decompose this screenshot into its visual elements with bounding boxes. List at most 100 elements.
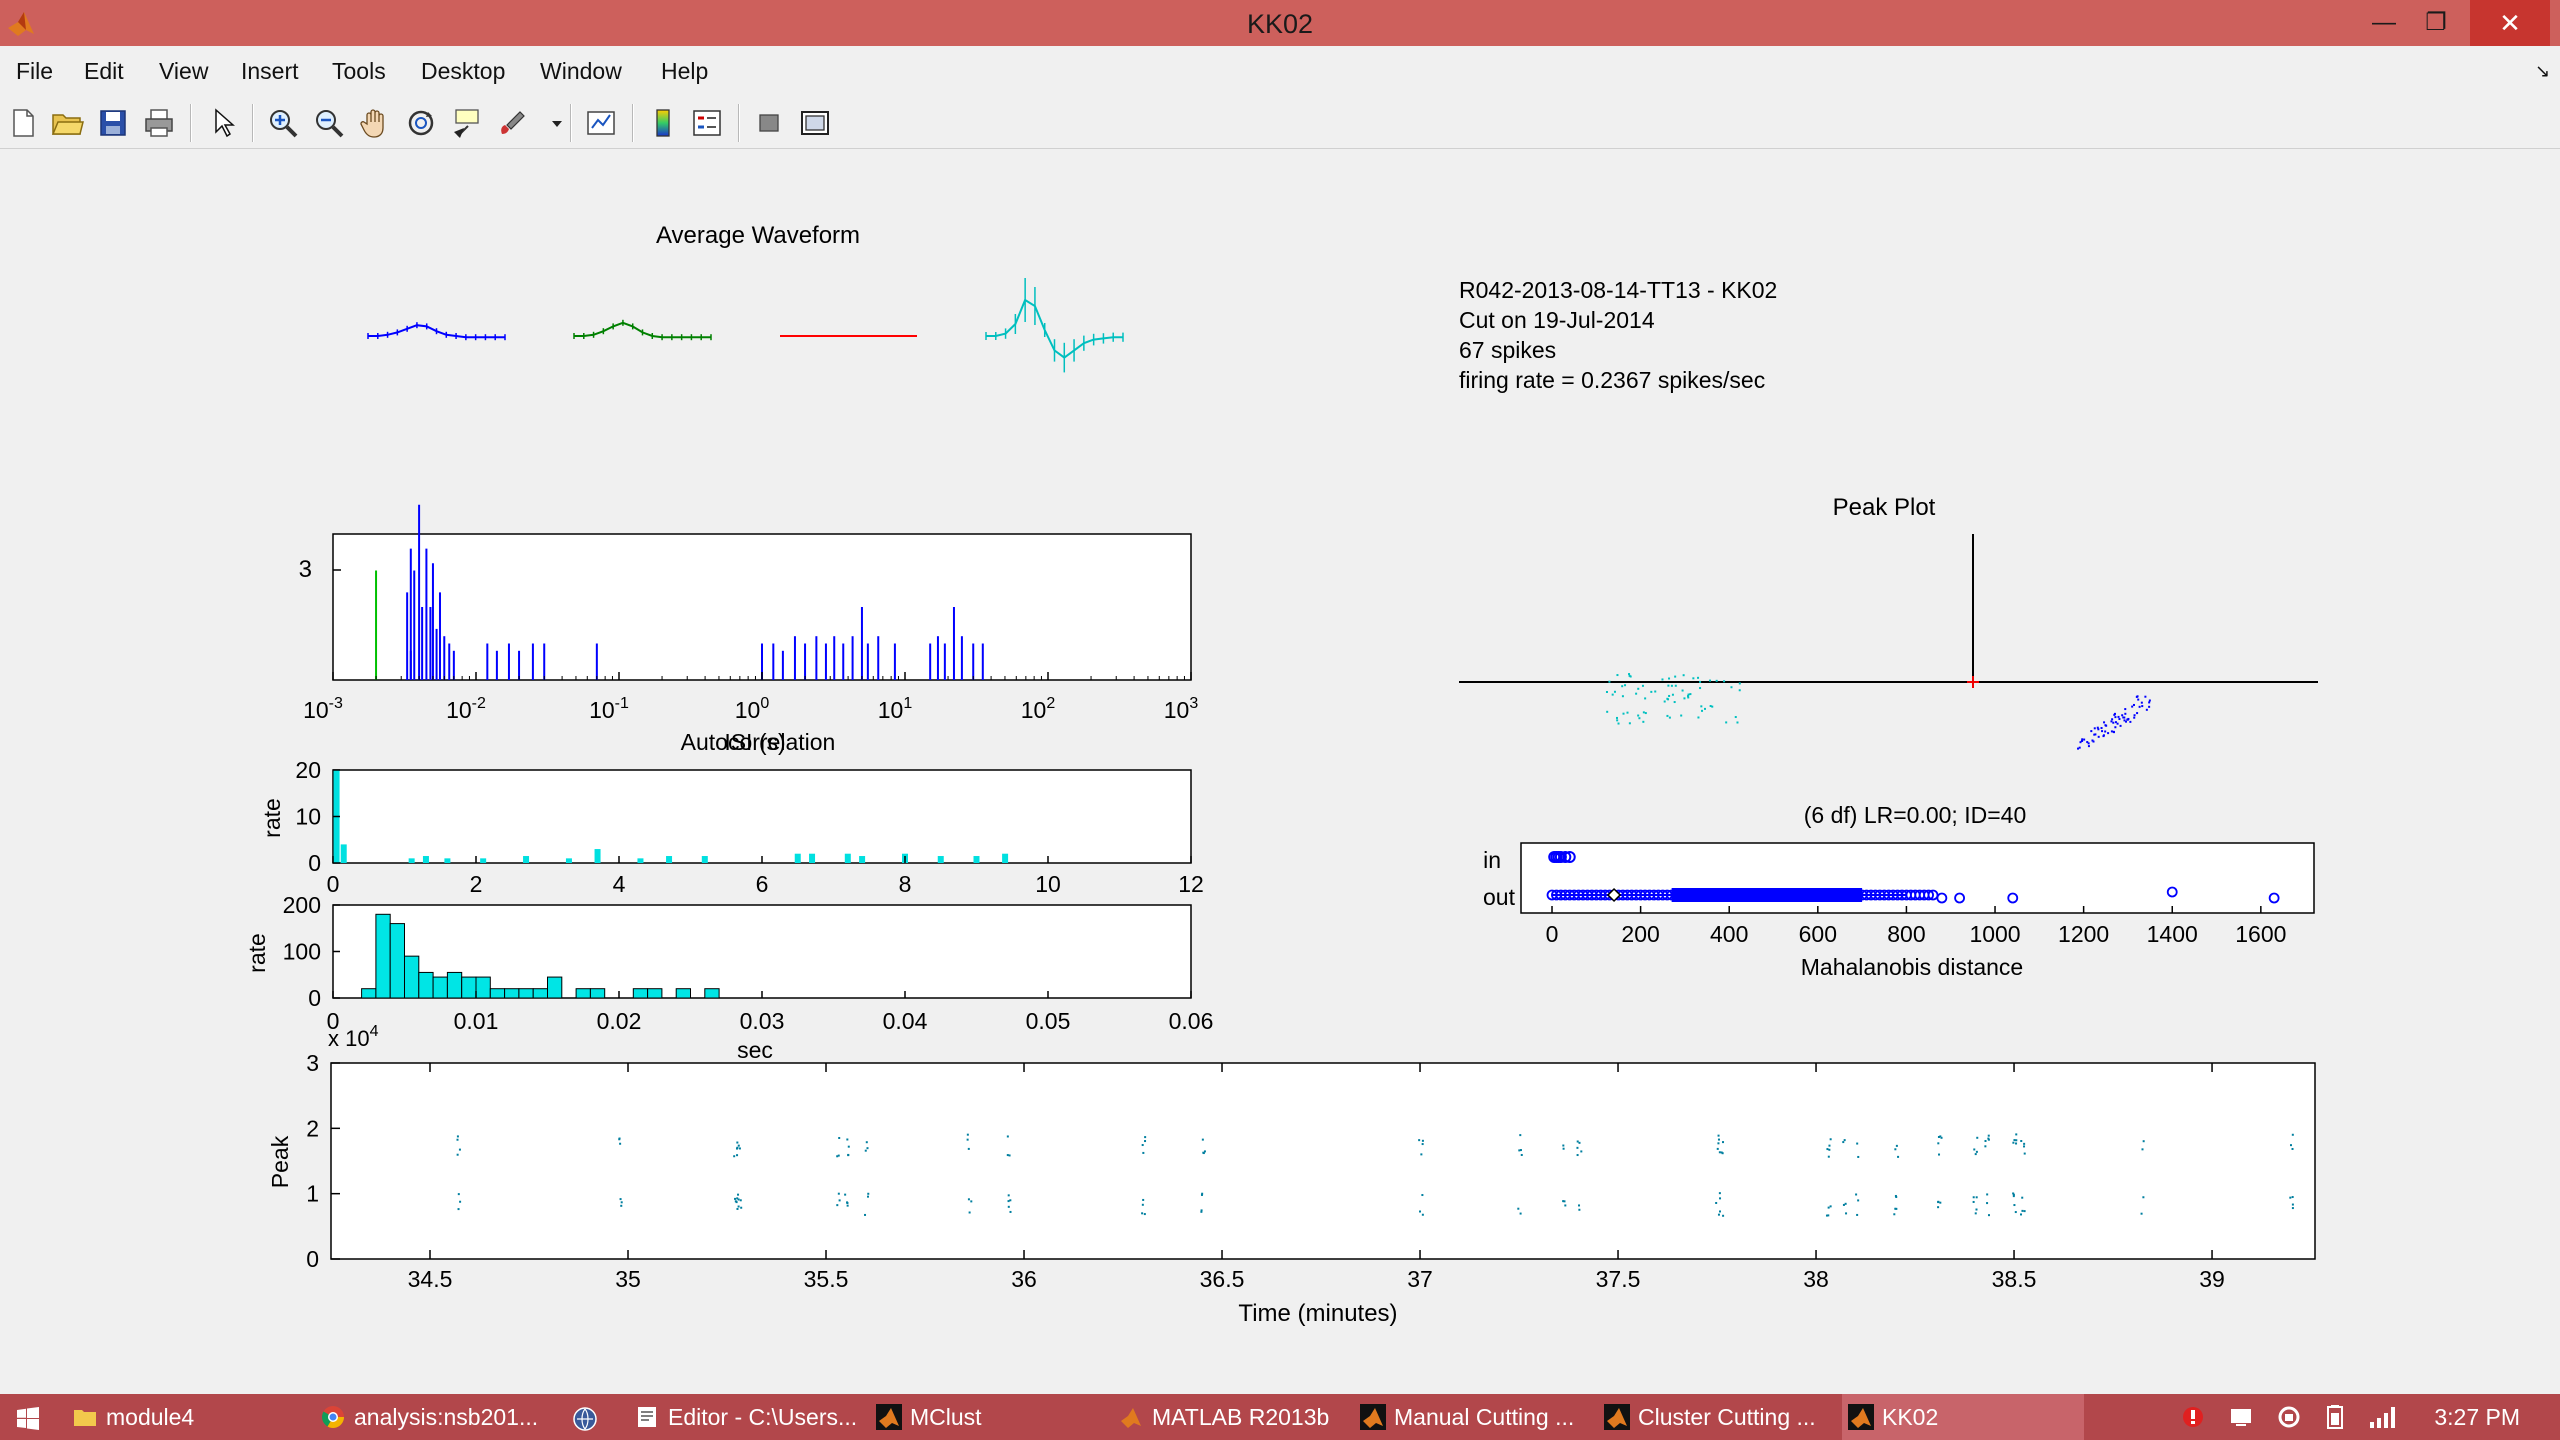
tray-battery-icon[interactable] bbox=[2322, 1394, 2352, 1440]
start-button[interactable] bbox=[0, 1394, 56, 1440]
peak-point-blue bbox=[2129, 720, 2132, 723]
isi-linear-bar bbox=[632, 988, 649, 999]
figure-toolbar bbox=[0, 96, 2560, 149]
menu-file[interactable]: File bbox=[16, 46, 53, 96]
menu-insert[interactable]: Insert bbox=[241, 46, 299, 96]
data-cursor-icon[interactable] bbox=[450, 106, 484, 140]
mahal-xtick-label: 1200 bbox=[2058, 921, 2109, 947]
menu-view[interactable]: View bbox=[159, 46, 208, 96]
legend-icon[interactable] bbox=[690, 106, 724, 140]
peak-time-point bbox=[1718, 1151, 1721, 1154]
peak-time-point bbox=[456, 1153, 459, 1156]
taskbar-item-cluster-cutting[interactable]: Cluster Cutting ... bbox=[1598, 1394, 1840, 1440]
peak-time-xlabel: Time (minutes) bbox=[1238, 1300, 1397, 1327]
peak-time-point bbox=[2142, 1196, 2145, 1199]
rotate-3d-icon[interactable] bbox=[404, 106, 438, 140]
tray-sync-icon[interactable] bbox=[2276, 1394, 2306, 1440]
hide-plot-tools-icon[interactable] bbox=[752, 106, 786, 140]
menu-desktop[interactable]: Desktop bbox=[421, 46, 505, 96]
menu-help[interactable]: Help bbox=[661, 46, 708, 96]
taskbar-item-module4[interactable]: module4 bbox=[62, 1394, 312, 1440]
peak-point-blue bbox=[2112, 721, 2115, 724]
tray-signal-icon[interactable] bbox=[2368, 1394, 2402, 1440]
peak-time-point bbox=[2291, 1133, 2294, 1136]
autocorr-bar bbox=[794, 853, 801, 863]
taskbar-item-kk02[interactable]: KK02 bbox=[1842, 1394, 2084, 1440]
peak-point-cyan bbox=[1615, 716, 1618, 719]
taskbar-item-app[interactable] bbox=[550, 1394, 620, 1440]
mahal-xtick-label: 1000 bbox=[1969, 921, 2020, 947]
taskbar-item-matlab[interactable]: MATLAB R2013b bbox=[1112, 1394, 1354, 1440]
save-icon[interactable] bbox=[96, 106, 130, 140]
peak-time-point bbox=[458, 1148, 461, 1151]
minimize-button[interactable]: — bbox=[2358, 0, 2410, 46]
isi-linear-xtick-label: 0.05 bbox=[1026, 1008, 1071, 1034]
matlab-icon bbox=[1604, 1403, 1630, 1430]
dock-arrow-icon[interactable]: ↘ bbox=[2535, 46, 2550, 96]
autocorrelation-title: Autocorrelation bbox=[681, 729, 836, 755]
peak-point-blue bbox=[2083, 738, 2086, 741]
tray-alert-icon[interactable] bbox=[2180, 1394, 2210, 1440]
peak-time-point bbox=[2291, 1207, 2294, 1210]
peak-time-point bbox=[459, 1200, 462, 1203]
taskbar-clock[interactable]: 3:27 PM bbox=[2434, 1394, 2520, 1440]
dropdown-arrow-icon[interactable] bbox=[540, 106, 562, 140]
peak-point-blue bbox=[2110, 720, 2113, 723]
peak-time-point bbox=[970, 1200, 973, 1203]
taskbar-item-editor[interactable]: Editor - C:\Users... bbox=[628, 1394, 870, 1440]
peak-point-blue bbox=[2141, 705, 2144, 708]
peak-point-blue bbox=[2124, 708, 2127, 711]
print-icon[interactable] bbox=[142, 106, 176, 140]
colorbar-icon[interactable] bbox=[646, 106, 680, 140]
peak-time-point bbox=[1842, 1203, 1845, 1206]
autocorr-bar bbox=[523, 856, 530, 863]
pan-icon[interactable] bbox=[358, 106, 392, 140]
zoom-out-icon[interactable] bbox=[312, 106, 346, 140]
isi-linear-bar bbox=[504, 988, 520, 999]
autocorr-xtick-label: 2 bbox=[470, 871, 483, 897]
peak-time-point bbox=[1715, 1201, 1718, 1204]
peak-time-point bbox=[967, 1147, 970, 1150]
peak-point-blue bbox=[2116, 722, 2119, 725]
new-figure-icon[interactable] bbox=[6, 106, 40, 140]
open-file-icon[interactable] bbox=[50, 106, 84, 140]
brush-icon[interactable] bbox=[496, 106, 530, 140]
mahal-axes bbox=[1520, 842, 2315, 914]
close-button[interactable]: ✕ bbox=[2470, 0, 2550, 46]
peak-time-point bbox=[837, 1192, 840, 1195]
peak-point-blue bbox=[2145, 708, 2148, 711]
tray-action-center-icon[interactable] bbox=[2228, 1394, 2258, 1440]
taskbar-item-manual-cutting[interactable]: Manual Cutting ... bbox=[1354, 1394, 1596, 1440]
peak-point-cyan bbox=[1671, 693, 1674, 696]
peak-time-point bbox=[2289, 1196, 2292, 1199]
menu-window[interactable]: Window bbox=[540, 46, 622, 96]
menu-edit[interactable]: Edit bbox=[84, 46, 124, 96]
autocorr-bar bbox=[565, 858, 572, 863]
peak-time-point bbox=[1201, 1138, 1204, 1141]
zoom-in-icon[interactable] bbox=[266, 106, 300, 140]
isi-linear-bar bbox=[418, 971, 434, 999]
isi-linear-bar bbox=[489, 988, 506, 999]
isi-linear-xtick-label: 0.02 bbox=[597, 1008, 642, 1034]
peak-point-blue bbox=[2144, 695, 2147, 698]
peak-time-point bbox=[1986, 1193, 1989, 1196]
menu-tools[interactable]: Tools bbox=[332, 46, 386, 96]
windows-logo-icon bbox=[17, 1406, 39, 1430]
restore-button[interactable]: ❐ bbox=[2410, 0, 2462, 46]
taskbar-item-chrome[interactable]: analysis:nsb201... bbox=[310, 1394, 550, 1440]
peak-point-blue bbox=[2125, 720, 2128, 723]
peak-time-point bbox=[1716, 1147, 1719, 1150]
peak-point-cyan bbox=[1725, 721, 1728, 724]
peak-time-point bbox=[1576, 1146, 1579, 1149]
isi-linear-ylabel: rate bbox=[244, 933, 270, 973]
show-plot-tools-icon[interactable] bbox=[798, 106, 832, 140]
peak-point-cyan bbox=[1661, 678, 1664, 681]
link-plot-icon[interactable] bbox=[584, 106, 618, 140]
pointer-icon[interactable] bbox=[206, 106, 240, 140]
peak-point-blue bbox=[2138, 705, 2141, 708]
peak-time-point bbox=[847, 1145, 850, 1148]
peak-time-point bbox=[1845, 1212, 1848, 1215]
taskbar-item-mclust[interactable]: MClust bbox=[870, 1394, 1106, 1440]
peak-time-point bbox=[967, 1198, 970, 1201]
peak-time-point bbox=[1719, 1197, 1722, 1200]
